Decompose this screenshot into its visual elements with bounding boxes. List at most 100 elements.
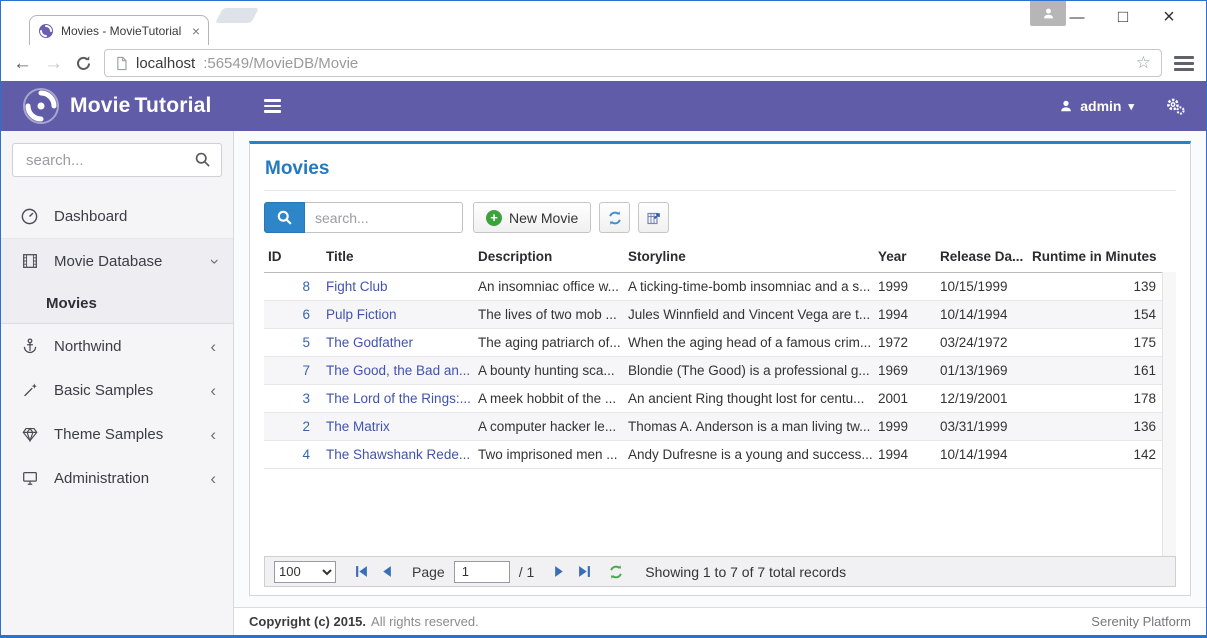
maximize-button[interactable]: □ — [1100, 3, 1146, 31]
table-row: 4The Shawshank Rede...Two imprisoned men… — [264, 441, 1162, 469]
grid-toolbar: + New Movie — [250, 191, 1190, 243]
movie-title-link[interactable]: Pulp Fiction — [326, 307, 397, 322]
sidebar-item-administration[interactable]: Administration ‹ — [1, 456, 233, 500]
movie-title-link[interactable]: The Lord of the Rings:... — [326, 391, 471, 406]
column-header-description[interactable]: Description — [474, 243, 624, 273]
page-number-input[interactable] — [454, 561, 510, 583]
bookmark-star-icon[interactable]: ☆ — [1136, 53, 1151, 73]
movie-title-link[interactable]: The Shawshank Rede... — [326, 447, 470, 462]
previous-page-icon[interactable] — [380, 565, 393, 578]
table-cell-id: 2 — [264, 413, 322, 441]
sidebar-item-label: Basic Samples — [54, 382, 153, 399]
table-cell-id: 8 — [264, 273, 322, 301]
username: admin — [1080, 98, 1121, 114]
sidebar-item-label: Dashboard — [54, 208, 127, 225]
table-header-row: ID Title Description Storyline Year Rele… — [264, 243, 1162, 273]
table-cell-date: 03/24/1972 — [936, 329, 1028, 357]
pager: 100 Page / 1 — [264, 556, 1176, 587]
forward-icon[interactable]: → — [44, 54, 63, 73]
last-page-icon[interactable] — [578, 565, 591, 578]
table-cell-runtime: 139 — [1028, 273, 1162, 301]
minimize-button[interactable]: — — [1054, 3, 1100, 31]
rights-text: All rights reserved. — [371, 614, 479, 629]
quick-search-button[interactable] — [264, 202, 305, 233]
table-row: 5The GodfatherThe aging patriarch of...W… — [264, 329, 1162, 357]
table-cell-year: 1969 — [874, 357, 936, 385]
table-cell-date: 10/15/1999 — [936, 273, 1028, 301]
refresh-arrows-icon — [607, 210, 623, 226]
browser-menu-icon[interactable] — [1174, 56, 1194, 71]
caret-down-icon: ▾ — [1128, 100, 1134, 113]
column-header-id[interactable]: ID — [264, 243, 322, 273]
movie-title-link[interactable]: The Godfather — [326, 335, 413, 350]
url-path: :56549/MovieDB/Movie — [203, 55, 358, 72]
grid-scrollbar-track[interactable] — [1162, 272, 1176, 556]
new-movie-label: New Movie — [509, 210, 578, 226]
sidebar-item-movies[interactable]: Movies — [1, 283, 233, 323]
page-size-select[interactable]: 100 — [274, 561, 336, 583]
brand-part-2: Tutorial — [135, 94, 212, 118]
diamond-icon — [20, 425, 39, 443]
new-movie-button[interactable]: + New Movie — [473, 202, 591, 233]
column-header-storyline[interactable]: Storyline — [624, 243, 874, 273]
sidebar-item-label: Administration — [54, 470, 149, 487]
table-cell-story: Jules Winnfield and Vincent Vega are t..… — [624, 301, 874, 329]
sidebar-item-label: Movies — [46, 295, 97, 312]
gauge-icon — [20, 207, 39, 226]
sidebar-item-label: Movie Database — [54, 253, 162, 270]
browser-titlebar: Movies - MovieTutorial × — □ × — [1, 1, 1206, 45]
chevron-left-icon: ‹ — [210, 426, 216, 443]
close-button[interactable]: × — [1146, 3, 1192, 31]
browser-tab[interactable]: Movies - MovieTutorial × — [29, 15, 209, 45]
chevron-left-icon: ‹ — [210, 382, 216, 399]
table-cell-title: Pulp Fiction — [322, 301, 474, 329]
settings-gears-icon[interactable] — [1164, 96, 1186, 116]
chevron-left-icon: ‹ — [210, 470, 216, 487]
column-header-year[interactable]: Year — [874, 243, 936, 273]
browser-toolbar: ← → localhost:56549/MovieDB/Movie ☆ — [1, 45, 1206, 81]
sidebar-item-northwind[interactable]: Northwind ‹ — [1, 324, 233, 368]
movie-title-link[interactable]: The Matrix — [326, 419, 390, 434]
table-cell-story: Andy Dufresne is a young and success... — [624, 441, 874, 469]
table-cell-story: Blondie (The Good) is a professional g..… — [624, 357, 874, 385]
tab-close-icon[interactable]: × — [192, 24, 200, 38]
table-cell-year: 1972 — [874, 329, 936, 357]
chevron-left-icon: ‹ — [210, 338, 216, 355]
table-cell-title: The Good, the Bad an... — [322, 357, 474, 385]
app-logo-spiral-icon — [21, 86, 61, 126]
user-menu[interactable]: admin ▾ — [1059, 98, 1134, 114]
sidebar-search-input[interactable] — [12, 143, 222, 177]
sidebar-item-movie-database[interactable]: Movie Database ‹ — [1, 239, 233, 283]
movie-title-link[interactable]: Fight Club — [326, 279, 388, 294]
refresh-icon[interactable] — [608, 564, 624, 580]
sidebar-item-theme-samples[interactable]: Theme Samples ‹ — [1, 412, 233, 456]
column-header-release-date[interactable]: Release Da... — [936, 243, 1028, 273]
sidebar-toggle-icon[interactable] — [264, 99, 281, 113]
brand-part-1: Movie — [70, 94, 131, 118]
refresh-grid-button[interactable] — [599, 202, 630, 233]
table-cell-runtime: 178 — [1028, 385, 1162, 413]
table-cell-year: 1999 — [874, 273, 936, 301]
table-cell-id: 4 — [264, 441, 322, 469]
table-cell-title: The Lord of the Rings:... — [322, 385, 474, 413]
table-cell-runtime: 154 — [1028, 301, 1162, 329]
column-header-title[interactable]: Title — [322, 243, 474, 273]
quick-search-input[interactable] — [305, 202, 463, 233]
address-bar[interactable]: localhost:56549/MovieDB/Movie ☆ — [104, 49, 1162, 77]
sidebar-item-basic-samples[interactable]: Basic Samples ‹ — [1, 368, 233, 412]
column-header-runtime[interactable]: Runtime in Minutes — [1028, 243, 1162, 273]
sidebar-item-dashboard[interactable]: Dashboard — [1, 194, 233, 238]
export-excel-button[interactable] — [638, 202, 669, 233]
page-icon — [115, 56, 128, 71]
first-page-icon[interactable] — [355, 565, 368, 578]
sidebar-group-movie-database: Movie Database ‹ Movies — [1, 238, 233, 324]
app-brand: Movie Tutorial — [70, 94, 212, 118]
back-icon[interactable]: ← — [13, 54, 32, 73]
reload-icon[interactable] — [75, 55, 92, 72]
table-cell-year: 1999 — [874, 413, 936, 441]
new-tab-button[interactable] — [215, 8, 259, 23]
table-cell-desc: A computer hacker le... — [474, 413, 624, 441]
next-page-icon[interactable] — [553, 565, 566, 578]
app-navbar: Movie Tutorial admin ▾ — [1, 81, 1206, 131]
movie-title-link[interactable]: The Good, the Bad an... — [326, 363, 470, 378]
